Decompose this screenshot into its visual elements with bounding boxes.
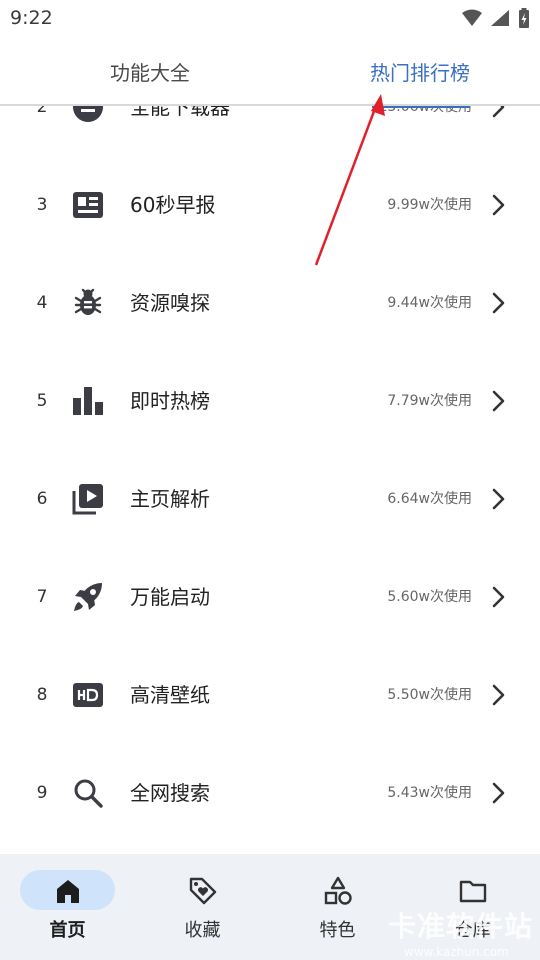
home-icon (56, 880, 79, 903)
folder-icon (459, 880, 486, 903)
hd-icon (70, 679, 106, 711)
top-tab-bar: 功能大全 热门排行榜 (0, 38, 540, 106)
signal-icon (491, 10, 509, 26)
nav-home[interactable]: 首页 (0, 854, 135, 960)
watermark-text: 卡准软件站 (388, 910, 534, 943)
nav-label: 特色 (319, 920, 356, 941)
search-icon (70, 777, 106, 809)
item-name: 60秒早报 (130, 193, 216, 217)
status-bar: 9:22 (0, 0, 540, 38)
list-item[interactable]: 6 主页解析 6.64w次使用 (0, 450, 540, 548)
usage-count: 9.44w次使用 (387, 295, 472, 311)
newspaper-icon (70, 189, 106, 221)
bug-icon (70, 287, 106, 319)
ranking-list: 2 全能下载器 13.06w次使用 3 60秒早报 9.99w次使用 4 资源嗅… (0, 58, 540, 842)
chevron-right-icon (492, 292, 505, 314)
watermark-url: www.kazhun.com (404, 945, 509, 959)
chevron-right-icon (492, 782, 505, 804)
item-name: 资源嗅探 (130, 291, 210, 315)
item-name: 即时热榜 (130, 389, 210, 413)
item-name: 全网搜索 (130, 781, 210, 805)
item-name: 万能启动 (130, 585, 210, 609)
rank-number: 6 (36, 489, 48, 509)
list-item[interactable]: 8 高清壁纸 5.50w次使用 (0, 646, 540, 744)
chevron-right-icon (492, 390, 505, 412)
wifi-icon (462, 9, 482, 26)
rank-number: 9 (36, 783, 48, 803)
list-item[interactable]: 4 资源嗅探 9.44w次使用 (0, 254, 540, 352)
nav-label: 首页 (49, 920, 86, 941)
video-library-icon (70, 483, 106, 515)
status-icons (462, 8, 530, 28)
usage-count: 5.43w次使用 (387, 785, 472, 801)
item-name: 高清壁纸 (130, 683, 210, 707)
item-name: 主页解析 (130, 487, 210, 511)
chevron-right-icon (492, 194, 505, 216)
list-item[interactable]: 5 即时热榜 7.79w次使用 (0, 352, 540, 450)
rocket-icon (70, 581, 106, 613)
usage-count: 7.79w次使用 (387, 393, 472, 409)
list-item[interactable]: 3 60秒早报 9.99w次使用 (0, 156, 540, 254)
list-item[interactable]: 7 万能启动 5.60w次使用 (0, 548, 540, 646)
tab-all-features[interactable]: 功能大全 (50, 38, 250, 104)
nav-favorites[interactable]: 收藏 (135, 854, 270, 960)
list-item[interactable]: 9 全网搜索 5.43w次使用 (0, 744, 540, 842)
usage-count: 9.99w次使用 (387, 197, 472, 213)
chevron-right-icon (492, 684, 505, 706)
usage-count: 6.64w次使用 (387, 491, 472, 507)
rank-number: 5 (36, 391, 48, 411)
nav-label: 收藏 (184, 920, 221, 941)
rank-number: 7 (36, 587, 48, 607)
chevron-right-icon (492, 488, 505, 510)
chevron-right-icon (492, 586, 505, 608)
tab-hot-ranking[interactable]: 热门排行榜 (320, 38, 520, 104)
rank-number: 8 (36, 685, 48, 705)
tag-heart-icon (189, 877, 216, 905)
usage-count: 5.60w次使用 (387, 589, 472, 605)
status-time: 9:22 (10, 7, 53, 29)
bar-chart-icon (70, 385, 106, 417)
watermark: 卡准软件站 www.kazhun.com (388, 905, 533, 959)
nav-features[interactable]: 特色 (270, 854, 405, 960)
rank-number: 3 (36, 195, 48, 215)
usage-count: 5.50w次使用 (387, 687, 472, 703)
battery-icon (519, 8, 529, 28)
shapes-icon (324, 876, 352, 905)
rank-number: 4 (36, 293, 48, 313)
